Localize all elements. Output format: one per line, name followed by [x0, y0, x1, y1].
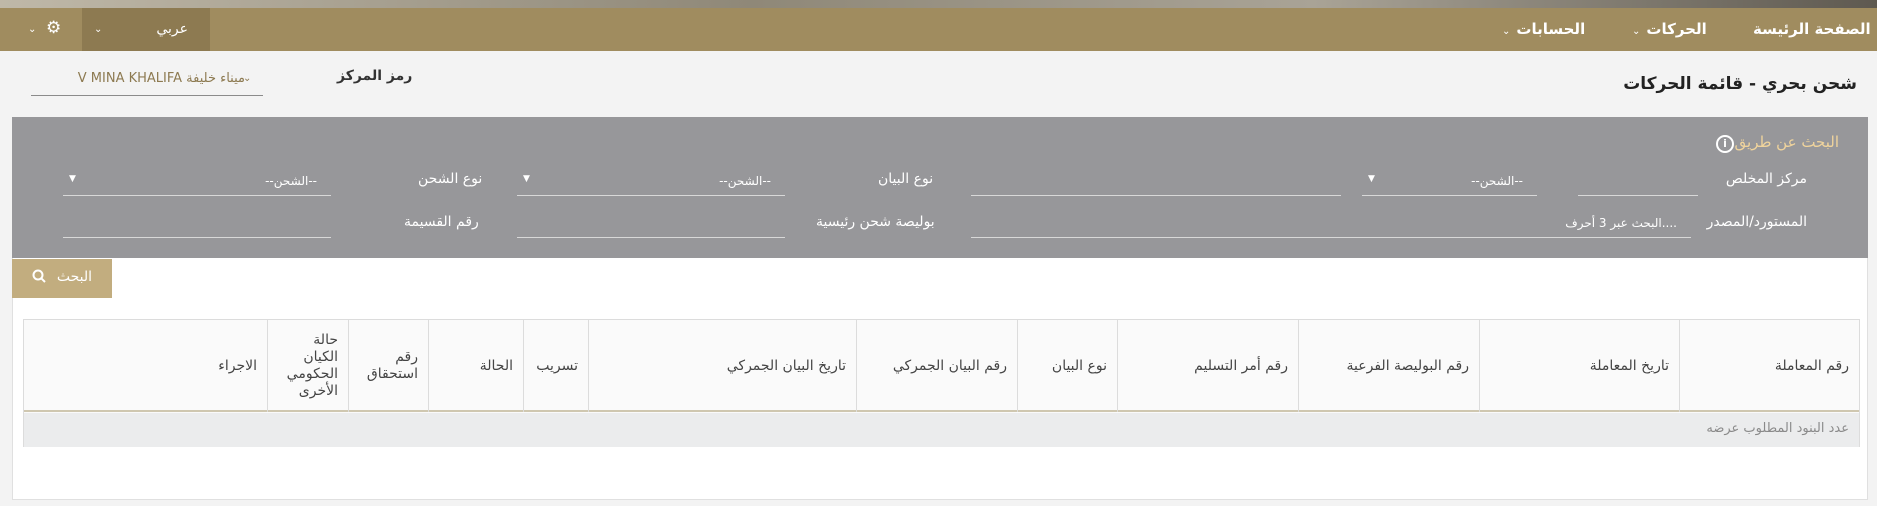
- chevron-down-icon: ⌄: [1502, 26, 1511, 37]
- chevron-down-icon[interactable]: ⌄: [28, 8, 36, 51]
- page-title: شحن بحري - قائمة الحركات: [1623, 74, 1857, 94]
- search-button[interactable]: البحث: [12, 259, 112, 298]
- top-navbar: الصفحة الرئيسة ⌄ الحركات ⌄ الحسابات عربي ⌄…: [0, 8, 1877, 51]
- col-other-gov-entity-status[interactable]: حالة الكيان الحكومي الأخرى: [267, 320, 348, 412]
- info-icon[interactable]: i: [1716, 135, 1734, 153]
- table-header: رقم المعاملة تاريخ المعاملة رقم البوليصة…: [24, 320, 1859, 412]
- clearing-center-input[interactable]: [1578, 170, 1698, 196]
- col-declaration-type[interactable]: نوع البيان: [1017, 320, 1117, 412]
- shipment-type-label: نوع الشحن: [418, 171, 483, 187]
- col-transaction-no[interactable]: رقم المعاملة: [1679, 320, 1859, 412]
- dropdown-arrow-icon: ▼: [523, 174, 530, 184]
- col-entitlement-no[interactable]: رقم استحقاق: [348, 320, 428, 412]
- col-delivery-order-no[interactable]: رقم أمر التسليم: [1117, 320, 1298, 412]
- col-customs-declaration-no[interactable]: رقم البيان الجمركي: [856, 320, 1017, 412]
- chevron-down-icon: ⌄: [94, 24, 103, 35]
- clearing-center-select[interactable]: --الشحن-- ▼: [1362, 170, 1537, 196]
- col-house-bl-no[interactable]: رقم البوليصة الفرعية: [1298, 320, 1479, 412]
- dropdown-arrow-icon: ▼: [69, 174, 76, 184]
- nav-accounts[interactable]: ⌄ الحسابات: [1502, 8, 1585, 51]
- col-customs-declaration-date[interactable]: تاريخ البيان الجمركي: [588, 320, 856, 412]
- language-selector[interactable]: عربي ⌄: [82, 8, 210, 51]
- center-code-label: رمز المركز: [337, 68, 413, 84]
- clearing-center-label: مركز المخلص: [1725, 171, 1807, 187]
- chevron-down-icon: ⌄: [1632, 26, 1641, 37]
- voucher-no-label: رقم القسيمة: [404, 214, 479, 230]
- col-transaction-date[interactable]: تاريخ المعاملة: [1479, 320, 1679, 412]
- col-action[interactable]: الاجراء: [24, 320, 267, 412]
- nav-movements[interactable]: ⌄ الحركات: [1632, 8, 1707, 51]
- col-status[interactable]: الحالة: [428, 320, 523, 412]
- chevron-down-icon: ⌄: [243, 73, 252, 84]
- master-bl-input[interactable]: [517, 212, 785, 238]
- search-button-label: البحث: [56, 269, 92, 285]
- nav-home[interactable]: الصفحة الرئيسة: [1753, 8, 1871, 51]
- search-icon: [32, 269, 46, 283]
- shipment-type-select[interactable]: --الشحن-- ▼: [63, 170, 331, 196]
- center-code-select[interactable]: V MINA KHALIFA ميناء خليفة ⌄: [31, 62, 263, 96]
- importer-source-input[interactable]: البحث عبر 3 أحرف....: [971, 212, 1691, 238]
- top-banner-strip: [0, 0, 1877, 8]
- importer-source-label: المستورد/المصدر: [1706, 214, 1807, 230]
- declaration-type-input[interactable]: [971, 170, 1341, 196]
- col-leakage[interactable]: تسريب: [523, 320, 588, 412]
- center-code-value: V MINA KHALIFA ميناء خليفة: [77, 71, 245, 86]
- dropdown-arrow-icon: ▼: [1368, 174, 1375, 184]
- language-label: عربي: [156, 21, 188, 37]
- search-title: البحث عن طريق: [1734, 133, 1839, 151]
- declaration-type-label: نوع البيان: [878, 171, 934, 187]
- master-bl-label: بوليصة شحن رئيسية: [816, 214, 935, 230]
- declaration-type-select[interactable]: --الشحن-- ▼: [517, 170, 785, 196]
- movements-table: رقم المعاملة تاريخ المعاملة رقم البوليصة…: [23, 319, 1860, 447]
- table-footer: عدد البنود المطلوب عرضه: [24, 413, 1859, 447]
- voucher-no-input[interactable]: [63, 212, 331, 238]
- gear-icon[interactable]: ⚙: [46, 18, 61, 38]
- items-count-text: عدد البنود المطلوب عرضه: [1706, 421, 1849, 436]
